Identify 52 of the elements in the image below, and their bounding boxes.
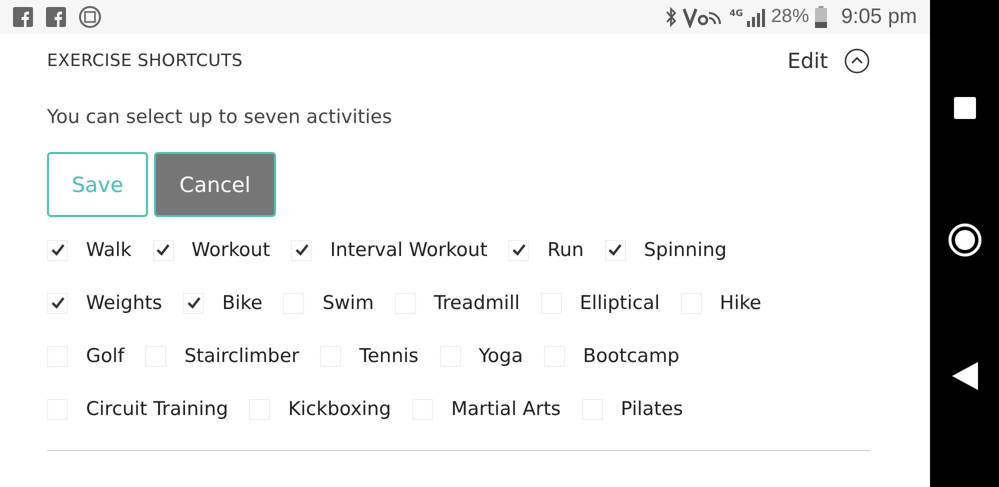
activity-label: Elliptical <box>580 292 660 314</box>
activity-label: Walk <box>86 239 132 261</box>
bluetooth-icon <box>665 7 678 27</box>
activity-label: Workout <box>192 239 270 261</box>
checkbox[interactable] <box>291 240 312 260</box>
activity-label: Stairclimber <box>184 345 300 367</box>
check-icon <box>50 244 64 256</box>
check-icon <box>512 244 526 256</box>
recents-icon[interactable] <box>954 97 976 120</box>
checkbox[interactable] <box>47 292 68 314</box>
collapse-icon[interactable] <box>844 48 870 74</box>
activity-label: Yoga <box>478 345 523 367</box>
activity-label: Spinning <box>644 239 727 261</box>
app-notification-icon <box>79 6 101 28</box>
check-icon <box>186 297 201 309</box>
activity-label: Run <box>547 239 584 261</box>
checkbox[interactable] <box>604 240 626 260</box>
clock-time: 9:05 pm <box>841 5 917 29</box>
activity-label: Swim <box>322 292 374 314</box>
activity-label: Interval Workout <box>330 239 488 261</box>
app-notification-icon <box>46 7 66 27</box>
checkbox[interactable] <box>152 240 174 260</box>
section-title: EXERCISE SHORTCUTS <box>47 51 243 71</box>
activity-label: Treadmill <box>434 292 520 314</box>
check-icon <box>294 244 309 256</box>
edit-link[interactable]: Edit <box>787 49 828 73</box>
activity-label: Golf <box>86 345 124 367</box>
activity-label: Weights <box>86 292 162 314</box>
volte-icon <box>683 6 724 28</box>
activity-label: Circuit Training <box>86 398 228 420</box>
checkbox[interactable] <box>508 240 530 260</box>
checkbox[interactable] <box>47 240 68 260</box>
hint-text: You can select up to seven activities <box>47 106 393 128</box>
activity-label: Pilates <box>620 398 684 420</box>
battery-percent: 28% <box>771 6 810 28</box>
activity-label: Martial Arts <box>451 398 561 420</box>
home-icon[interactable] <box>948 223 982 258</box>
activity-label: Tennis <box>359 345 419 367</box>
battery-icon <box>815 6 828 28</box>
signal-icon <box>745 7 766 27</box>
check-icon <box>156 244 170 256</box>
action-button[interactable]: Cancel <box>154 152 276 217</box>
checkbox[interactable] <box>183 292 204 314</box>
network-type: 4G <box>729 9 744 19</box>
back-icon[interactable] <box>952 362 978 390</box>
activity-label: Bootcamp <box>583 345 680 367</box>
activity-label: Bike <box>222 292 262 314</box>
check-icon <box>608 244 622 256</box>
check-icon <box>50 297 64 309</box>
app-notification-icon <box>13 7 33 27</box>
activity-label: Hike <box>720 292 762 314</box>
activity-label: Kickboxing <box>288 398 392 420</box>
